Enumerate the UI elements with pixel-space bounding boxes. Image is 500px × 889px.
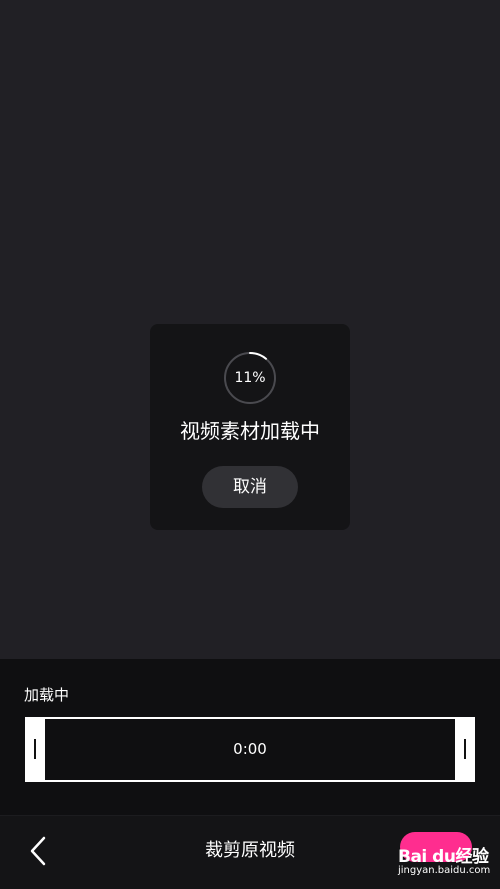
watermark-logo: Bai du经验 xyxy=(398,847,489,867)
progress-ring: 11% xyxy=(222,350,278,406)
watermark-url: jingyan.baidu.com xyxy=(398,865,491,876)
trim-status-label: 加载中 xyxy=(24,686,70,704)
trim-handle-left[interactable] xyxy=(25,717,45,782)
cancel-button[interactable]: 取消 xyxy=(202,466,298,508)
trim-timeline[interactable]: 0:00 xyxy=(25,717,475,782)
video-trim-screen: 11% 视频素材加载中 取消 加载中 0:00 裁剪原视频 Bai du经验 j… xyxy=(0,0,500,889)
bottom-toolbar: 裁剪原视频 Bai du经验 jingyan.baidu.com xyxy=(0,815,500,889)
trim-handle-right[interactable] xyxy=(455,717,475,782)
chevron-left-icon xyxy=(30,836,46,866)
handle-grip-icon xyxy=(34,739,36,759)
back-button[interactable] xyxy=(22,834,56,868)
loading-title: 视频素材加载中 xyxy=(180,419,320,443)
baidu-watermark: Bai du经验 jingyan.baidu.com xyxy=(398,832,490,876)
trim-time-label: 0:00 xyxy=(233,740,267,758)
loading-dialog: 11% 视频素材加载中 取消 xyxy=(150,324,350,530)
video-preview-area: 11% 视频素材加载中 取消 xyxy=(0,0,500,659)
trim-panel: 加载中 0:00 xyxy=(0,659,500,815)
progress-percent-label: 11% xyxy=(234,370,266,386)
handle-grip-icon xyxy=(464,739,466,759)
trim-track[interactable]: 0:00 xyxy=(45,719,455,780)
page-title: 裁剪原视频 xyxy=(205,840,295,861)
